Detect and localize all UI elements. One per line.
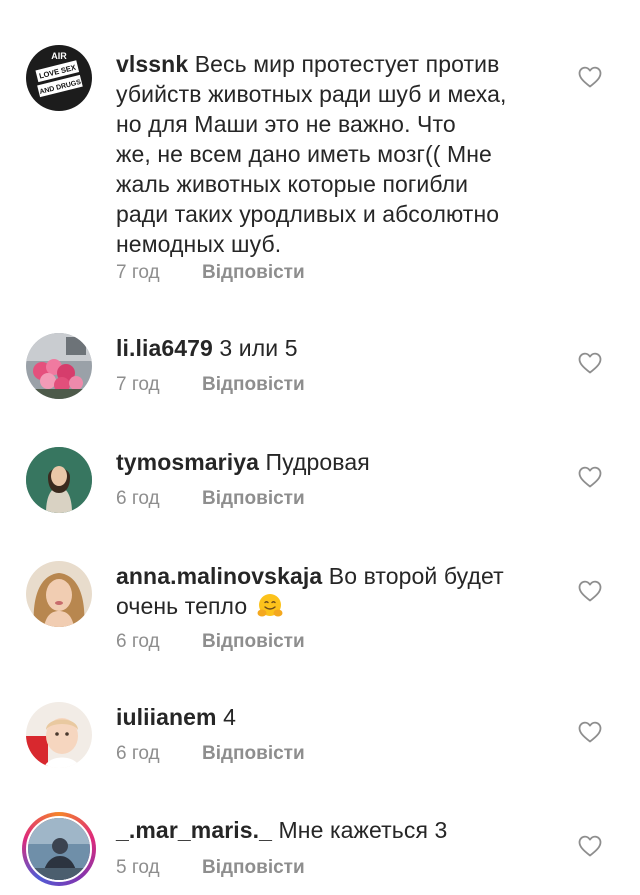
comment-username[interactable]: tymosmariya [116,449,259,475]
comment-text: же, не всем дано иметь мозг(( Мне [116,141,492,167]
like-heart-icon[interactable] [578,580,602,602]
baby-photo-icon [26,702,92,768]
comment-text: Во второй будет [328,563,504,589]
woman-portrait-icon [26,561,92,627]
avatar[interactable] [26,447,92,513]
comment-text: немодных шуб. [116,231,282,257]
avatar-story-ring[interactable] [22,812,96,886]
comment-text: ради таких уродливых и абсолютно [116,201,500,227]
like-heart-icon[interactable] [578,721,602,743]
comment-text: убийств животных ради шуб и меха, [116,81,507,107]
comment-body: tymosmariya Пудровая [116,447,556,477]
reply-button[interactable]: Відповісти [202,262,305,284]
avatar[interactable]: AIR LOVE SEX AND DRUGS [26,45,92,111]
svg-text:AIR: AIR [51,51,67,61]
comment-timestamp: 6 год [116,631,160,652]
comment-text: но для Маши это не важно. Что [116,111,456,137]
comment-timestamp: 7 год [116,262,160,283]
comment-timestamp: 5 год [116,857,160,878]
comment-timestamp: 6 год [116,488,160,509]
reply-button[interactable]: Відповісти [202,374,305,396]
comment-body: iuliianem 4 [116,702,556,732]
hugging-face-emoji-icon [257,594,283,617]
comment-body: li.lia6479 3 или 5 [116,333,556,363]
reply-button[interactable]: Відповісти [202,488,305,510]
comment-text: Пудровая [265,449,370,475]
comment-username[interactable]: iuliianem [116,704,217,730]
reply-button[interactable]: Відповісти [202,743,305,765]
like-heart-icon[interactable] [578,66,602,88]
comment-text: 3 или 5 [219,335,298,361]
comment-body: anna.malinovskaja Во второй будет очень … [116,561,556,621]
comment-username[interactable]: anna.malinovskaja [116,563,322,589]
comment-username[interactable]: vlssnk [116,51,188,77]
comment-username[interactable]: _.mar_maris._ [116,817,272,843]
reply-button[interactable]: Відповісти [202,857,305,879]
comment-meta: 7 год Відповісти [116,374,305,396]
like-heart-icon[interactable] [578,835,602,857]
avatar[interactable] [26,561,92,627]
comment-text: жаль животных которые погибли [116,171,469,197]
like-heart-icon[interactable] [578,466,602,488]
person-photo-icon [28,818,90,880]
comment-text: Весь мир протестует против [194,51,500,77]
comment-text: Мне кажеться 3 [278,817,448,843]
comment-body: _.mar_maris._ Мне кажеться 3 [116,815,556,845]
avatar[interactable] [26,333,92,399]
avatar-graphic-icon: AIR LOVE SEX AND DRUGS [26,45,92,111]
reply-button[interactable]: Відповісти [202,631,305,653]
comment-text: 4 [223,704,236,730]
comment-meta: 6 год Відповісти [116,743,305,765]
woman-portrait-icon [26,447,92,513]
comment-body: vlssnk Весь мир протестует против убийст… [116,49,556,259]
comment-meta: 6 год Відповісти [116,488,305,510]
like-heart-icon[interactable] [578,352,602,374]
flowers-photo-icon [26,333,92,399]
comment-meta: 7 год Відповісти [116,262,305,284]
avatar[interactable] [26,702,92,768]
comment-text: очень тепло [116,593,248,619]
comment-meta: 6 год Відповісти [116,631,305,653]
comment-username[interactable]: li.lia6479 [116,335,213,361]
comment-timestamp: 7 год [116,374,160,395]
comment-meta: 5 год Відповісти [116,857,305,879]
comment-timestamp: 6 год [116,743,160,764]
